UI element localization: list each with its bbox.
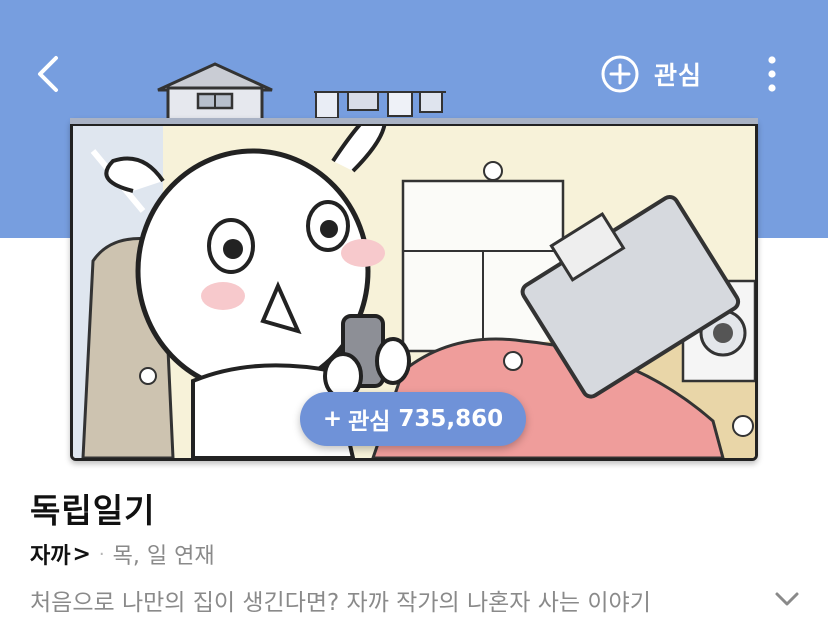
webtoon-title: 독립일기 <box>30 491 156 530</box>
separator-dot: · <box>98 543 105 565</box>
chevron-down-icon <box>775 592 799 606</box>
more-menu-button[interactable] <box>754 52 790 96</box>
plus-circle-icon <box>601 55 639 93</box>
favorite-button[interactable]: 관심 <box>600 52 702 96</box>
meta-row: 자까 > · 목, 일 연재 <box>30 538 215 570</box>
more-vertical-icon <box>768 56 776 92</box>
expand-description-button[interactable] <box>772 586 802 612</box>
back-chevron-icon <box>38 56 58 92</box>
back-button[interactable] <box>30 52 70 96</box>
favorite-count-button[interactable]: + 관심 735,860 <box>300 392 526 446</box>
cover-top-border <box>70 118 758 126</box>
author-link[interactable]: 자까 <box>30 538 70 570</box>
favorite-count: 735,860 <box>398 406 504 432</box>
favorite-label: 관심 <box>654 61 703 90</box>
publish-schedule: 목, 일 연재 <box>112 544 215 569</box>
favorite-pill-label: 관심 <box>348 409 391 435</box>
description: 처음으로 나만의 집이 생긴다면? 자까 작가의 나혼자 사는 이야기 <box>30 590 651 616</box>
author-chevron-icon[interactable]: > <box>72 542 90 567</box>
plus-icon: + <box>322 406 343 432</box>
